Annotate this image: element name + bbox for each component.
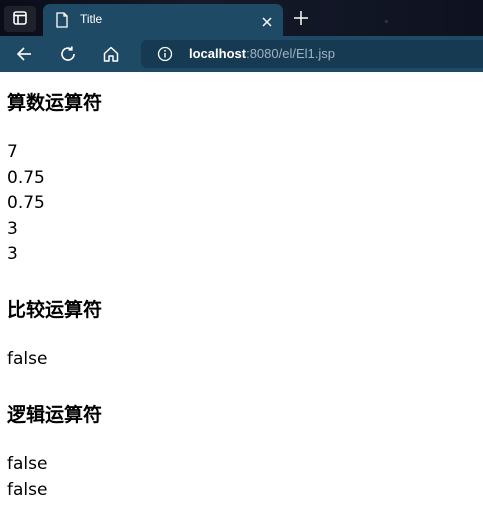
new-tab-icon[interactable] — [292, 9, 310, 31]
result-line: 3 — [7, 244, 18, 265]
url-path: :8080/el/El1.jsp — [246, 46, 335, 61]
info-icon[interactable] — [157, 46, 173, 66]
result-line: false — [7, 479, 48, 500]
comparison-results: false — [7, 347, 47, 373]
tab-title: Title — [80, 12, 103, 26]
result-line: 3 — [7, 218, 18, 239]
back-icon[interactable] — [14, 44, 34, 64]
arithmetic-results: 7 0.75 0.75 3 3 — [7, 140, 45, 268]
result-line: false — [7, 454, 48, 474]
close-icon[interactable] — [261, 13, 273, 32]
refresh-icon[interactable] — [58, 44, 78, 64]
logical-results: false false — [7, 452, 47, 503]
window-menu-button[interactable] — [4, 6, 36, 32]
window-menu-icon — [13, 10, 27, 29]
section-heading-arithmetic: 算数运算符 — [7, 92, 103, 114]
section-heading-logical: 逻辑运算符 — [7, 404, 103, 426]
result-line: 0.75 — [7, 167, 45, 188]
tab-bar: Title — [0, 0, 483, 36]
address-bar[interactable]: localhost:8080/el/El1.jsp — [141, 40, 483, 68]
result-line: 0.75 — [7, 193, 45, 214]
url-text: localhost:8080/el/El1.jsp — [189, 46, 335, 61]
result-line: 7 — [7, 142, 18, 162]
page-icon — [55, 12, 69, 32]
url-host: localhost — [189, 46, 247, 61]
browser-tab[interactable]: Title — [43, 4, 283, 36]
result-line: false — [7, 349, 48, 369]
home-icon[interactable] — [101, 44, 121, 64]
section-heading-comparison: 比较运算符 — [7, 299, 103, 321]
navigation-toolbar: localhost:8080/el/El1.jsp — [0, 36, 483, 72]
page-content: 算数运算符 7 0.75 0.75 3 3 比较运算符 false 逻辑运算符 … — [0, 72, 483, 514]
